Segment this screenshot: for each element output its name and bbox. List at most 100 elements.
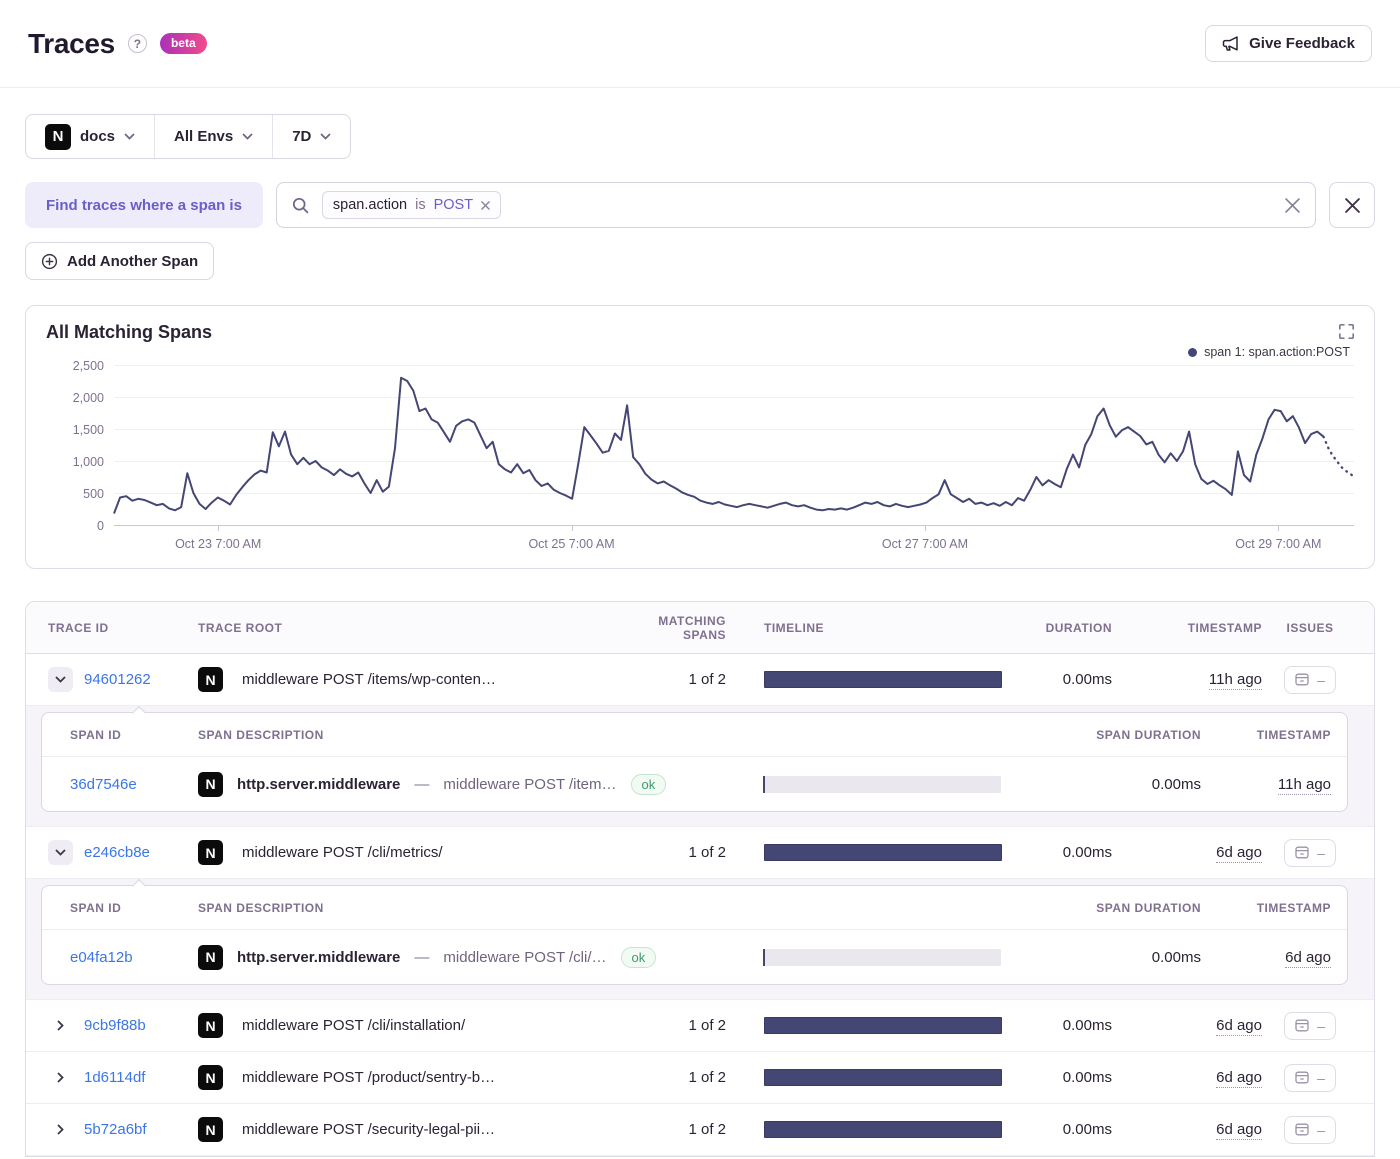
collapse-trace-button[interactable]	[48, 840, 73, 865]
span-table-header: SPAN ID SPAN DESCRIPTION SPAN DURATION T…	[42, 713, 1347, 757]
nextjs-logo-icon: N	[198, 840, 223, 865]
span-timeline-marker	[763, 949, 765, 966]
trace-root-text: middleware POST /product/sentry-b…	[242, 1069, 495, 1086]
search-filter-token[interactable]: span.action is POST	[322, 191, 501, 219]
page-filter-bar: N docs All Envs 7D	[25, 114, 351, 159]
table-header: TRACE ID TRACE ROOT MATCHING SPANS TIMEL…	[26, 602, 1374, 654]
span-description: middleware POST /item…	[443, 776, 616, 793]
x-tick-mark	[1278, 526, 1279, 531]
chevron-down-icon	[55, 849, 66, 856]
column-header-trace-root: TRACE ROOT	[198, 621, 630, 635]
x-tick-mark	[925, 526, 926, 531]
column-header-span-description: SPAN DESCRIPTION	[198, 728, 749, 742]
column-header-span-id: SPAN ID	[70, 728, 198, 742]
give-feedback-button[interactable]: Give Feedback	[1205, 25, 1372, 62]
nextjs-logo-icon: N	[198, 945, 223, 970]
issues-button[interactable]: –	[1284, 1116, 1336, 1144]
all-matching-spans-panel: All Matching Spans span 1: span.action:P…	[25, 305, 1375, 569]
expand-trace-button[interactable]	[48, 1117, 73, 1142]
page-title: Traces	[28, 28, 115, 60]
separator: —	[414, 776, 429, 793]
timeline-bar	[764, 1121, 1002, 1138]
nextjs-logo-icon: N	[198, 772, 223, 797]
expand-trace-button[interactable]	[48, 1013, 73, 1038]
environment-filter[interactable]: All Envs	[154, 115, 272, 158]
y-tick: 1,000	[73, 455, 104, 469]
token-operator: is	[415, 197, 425, 213]
span-table-card: SPAN ID SPAN DESCRIPTION SPAN DURATION T…	[41, 712, 1348, 812]
x-tick-mark	[218, 526, 219, 531]
trace-root-text: middleware POST /items/wp-conten…	[242, 671, 496, 688]
traces-table: TRACE ID TRACE ROOT MATCHING SPANS TIMEL…	[25, 601, 1375, 1157]
add-another-span-button[interactable]: Add Another Span	[25, 242, 214, 280]
trace-id-link[interactable]: 5b72a6bf	[84, 1121, 147, 1138]
trace-id-link[interactable]: 94601262	[84, 671, 151, 688]
span-search-box[interactable]: span.action is POST	[276, 182, 1316, 228]
collapse-trace-button[interactable]	[48, 667, 73, 692]
column-header-matching-spans: MATCHING SPANS	[630, 614, 750, 642]
date-range-filter-label: 7D	[292, 128, 311, 145]
column-header-span-id: SPAN ID	[70, 901, 198, 915]
x-tick-label: Oct 23 7:00 AM	[175, 537, 261, 551]
search-input[interactable]	[514, 195, 1272, 215]
span-id-link[interactable]: e04fa12b	[70, 949, 198, 966]
nextjs-logo-icon: N	[45, 124, 71, 150]
spans-chart-plot[interactable]	[114, 365, 1354, 526]
trace-row: 1d6114df N middleware POST /product/sent…	[26, 1052, 1374, 1104]
span-timestamp-value: 11h ago	[1278, 776, 1331, 795]
nextjs-logo-icon: N	[198, 1065, 223, 1090]
help-icon[interactable]: ?	[128, 34, 147, 53]
span-id-link[interactable]: 36d7546e	[70, 776, 198, 793]
expanded-spans-section: SPAN ID SPAN DESCRIPTION SPAN DURATION T…	[26, 879, 1374, 1000]
span-timestamp-value: 6d ago	[1285, 949, 1331, 968]
column-header-timestamp: TIMESTAMP	[1112, 621, 1262, 635]
column-header-timeline: TIMELINE	[750, 621, 1002, 635]
remove-token-icon[interactable]	[481, 201, 490, 210]
span-description: middleware POST /cli/…	[443, 949, 606, 966]
x-tick-mark	[572, 526, 573, 531]
trace-id-link[interactable]: 9cb9f88b	[84, 1017, 146, 1034]
trace-id-link[interactable]: e246cb8e	[84, 844, 150, 861]
matching-spans-count: 1 of 2	[630, 1069, 750, 1086]
issues-button[interactable]: –	[1284, 1064, 1336, 1092]
nextjs-logo-icon: N	[198, 667, 223, 692]
issue-icon	[1295, 673, 1309, 686]
legend-dot	[1188, 348, 1197, 357]
x-tick-label: Oct 25 7:00 AM	[528, 537, 614, 551]
date-range-filter[interactable]: 7D	[272, 115, 350, 158]
y-tick: 500	[83, 487, 104, 501]
megaphone-icon	[1222, 35, 1240, 52]
timestamp-value: 6d ago	[1216, 1017, 1262, 1036]
span-operation: http.server.middleware	[237, 776, 400, 793]
span-table-card: SPAN ID SPAN DESCRIPTION SPAN DURATION T…	[41, 885, 1348, 985]
span-table-header: SPAN ID SPAN DESCRIPTION SPAN DURATION T…	[42, 886, 1347, 930]
chevron-down-icon	[124, 133, 135, 140]
chart-title: All Matching Spans	[46, 322, 1354, 343]
column-header-issues: ISSUES	[1262, 621, 1358, 635]
expand-trace-button[interactable]	[48, 1065, 73, 1090]
x-tick-label: Oct 27 7:00 AM	[882, 537, 968, 551]
issues-button[interactable]: –	[1284, 839, 1336, 867]
fullscreen-icon	[1339, 324, 1354, 339]
issues-button[interactable]: –	[1284, 1012, 1336, 1040]
column-header-trace-id: TRACE ID	[48, 621, 198, 635]
span-timeline-track	[763, 776, 1001, 793]
nextjs-logo-icon: N	[198, 1013, 223, 1038]
timeline-bar	[764, 844, 1002, 861]
clear-search-icon[interactable]	[1285, 198, 1300, 213]
status-badge: ok	[631, 774, 667, 795]
matching-spans-count: 1 of 2	[630, 1017, 750, 1034]
trace-id-link[interactable]: 1d6114df	[84, 1069, 145, 1086]
span-row: 36d7546e N http.server.middleware — midd…	[42, 757, 1347, 811]
span-timeline-track	[763, 949, 1001, 966]
remove-span-query-button[interactable]	[1329, 182, 1375, 228]
issues-button[interactable]: –	[1284, 666, 1336, 694]
issue-icon	[1295, 1123, 1309, 1136]
matching-spans-count: 1 of 2	[630, 1121, 750, 1138]
project-filter[interactable]: N docs	[26, 115, 154, 158]
expand-chart-button[interactable]	[1337, 322, 1356, 341]
trace-row: e246cb8e N middleware POST /cli/metrics/…	[26, 827, 1374, 879]
y-tick: 1,500	[73, 423, 104, 437]
chevron-down-icon	[55, 676, 66, 683]
timeline-bar	[764, 1069, 1002, 1086]
